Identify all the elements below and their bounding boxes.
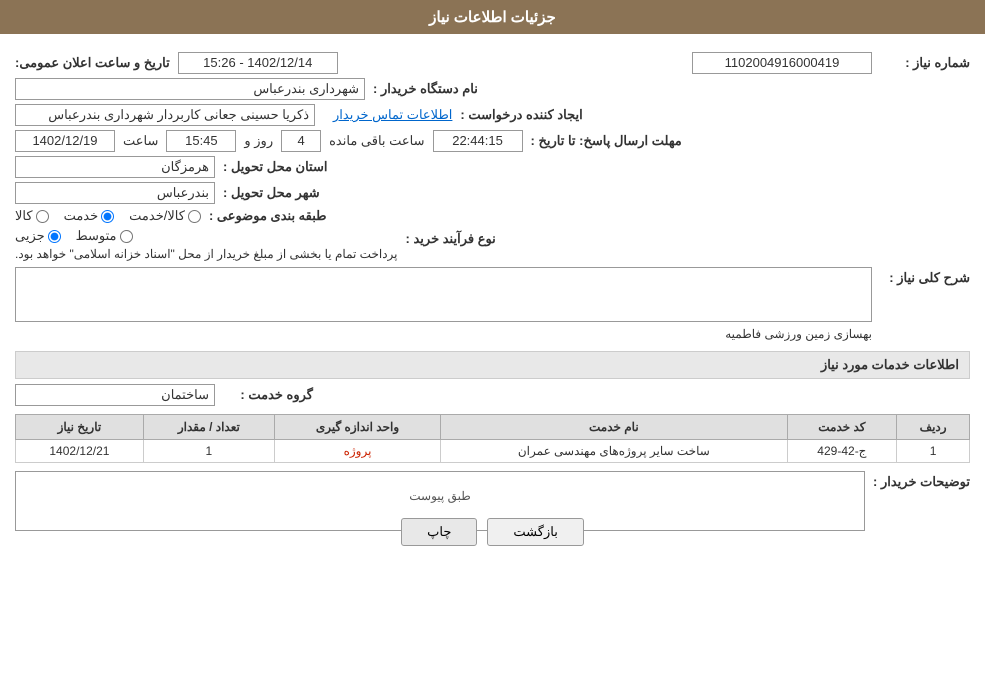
col-code: کد خدمت bbox=[787, 415, 897, 440]
subject-radio-kala-khadamat[interactable] bbox=[188, 210, 201, 223]
services-section-title: اطلاعات خدمات مورد نیاز bbox=[15, 351, 970, 379]
creator-label: ایجاد کننده درخواست : bbox=[460, 107, 582, 123]
purchase-label-medium: متوسط bbox=[76, 228, 117, 244]
city-label: شهر محل تحویل : bbox=[223, 185, 320, 201]
response-days-value: 4 bbox=[281, 130, 321, 152]
purchase-radio-medium[interactable] bbox=[120, 230, 133, 243]
page-title: جزئیات اطلاعات نیاز bbox=[429, 9, 556, 26]
table-row: 1 ج-42-429 ساخت سایر پروژه‌های مهندسی عم… bbox=[16, 440, 970, 463]
purchase-type-partial[interactable]: جزیی bbox=[15, 228, 61, 244]
subject-option-kala-khadamat[interactable]: کالا/خدمت bbox=[129, 208, 201, 224]
province-label: استان محل تحویل : bbox=[223, 159, 328, 175]
col-quantity: تعداد / مقدار bbox=[143, 415, 274, 440]
purchase-type-radio-group: متوسط جزیی bbox=[15, 228, 133, 244]
col-date: تاریخ نیاز bbox=[16, 415, 144, 440]
cell-date: 1402/12/21 bbox=[16, 440, 144, 463]
response-remaining-value: 22:44:15 bbox=[433, 130, 523, 152]
subject-option-kala[interactable]: کالا bbox=[15, 208, 49, 224]
subject-radio-kala[interactable] bbox=[36, 210, 49, 223]
response-time-value: 15:45 bbox=[166, 130, 236, 152]
buyer-org-value: شهرداری بندرعباس bbox=[15, 78, 365, 100]
cell-quantity: 1 bbox=[143, 440, 274, 463]
cell-name: ساخت سایر پروژه‌های مهندسی عمران bbox=[441, 440, 787, 463]
contact-link[interactable]: اطلاعات تماس خریدار bbox=[333, 107, 452, 123]
subject-option-khadamat[interactable]: خدمت bbox=[64, 208, 115, 224]
subject-label-kala-khadamat: کالا/خدمت bbox=[129, 208, 185, 224]
purchase-radio-partial[interactable] bbox=[48, 230, 61, 243]
response-date-value: 1402/12/19 bbox=[15, 130, 115, 152]
page-header: جزئیات اطلاعات نیاز bbox=[0, 0, 985, 34]
back-button[interactable]: بازگشت bbox=[487, 518, 583, 546]
province-value: هرمزگان bbox=[15, 156, 215, 178]
response-time-label: ساعت bbox=[123, 133, 158, 149]
announcement-date-value: 1402/12/14 - 15:26 bbox=[178, 52, 338, 74]
purchase-type-label: نوع فرآیند خرید : bbox=[406, 231, 496, 247]
purchase-type-medium[interactable]: متوسط bbox=[76, 228, 133, 244]
subject-radio-group: کالا/خدمت خدمت کالا bbox=[15, 208, 201, 224]
subject-radio-khadamat[interactable] bbox=[101, 210, 114, 223]
need-number-value: 1102004916000419 bbox=[692, 52, 872, 74]
cell-unit: پروژه bbox=[274, 440, 440, 463]
print-button[interactable]: چاپ bbox=[401, 518, 477, 546]
col-name: نام خدمت bbox=[441, 415, 787, 440]
purchase-label-partial: جزیی bbox=[15, 228, 45, 244]
description-label: شرح کلی نیاز : bbox=[880, 270, 970, 286]
purchase-note: پرداخت تمام یا بخشی از مبلغ خریدار از مح… bbox=[15, 247, 398, 261]
subject-label-kala: کالا bbox=[15, 208, 33, 224]
description-textarea[interactable] bbox=[15, 267, 872, 322]
services-table: ردیف کد خدمت نام خدمت واحد اندازه گیری ت… bbox=[15, 414, 970, 463]
announcement-date-label: تاریخ و ساعت اعلان عمومی: bbox=[15, 55, 170, 71]
cell-row: 1 bbox=[897, 440, 970, 463]
need-number-label: شماره نیاز : bbox=[880, 55, 970, 71]
creator-value: ذکریا حسینی جعانی کاربردار شهرداری بندرع… bbox=[15, 104, 315, 126]
buyer-desc-label: توضیحات خریدار : bbox=[873, 474, 970, 490]
response-deadline-label: مهلت ارسال پاسخ: تا تاریخ : bbox=[531, 133, 682, 149]
subject-label: طبقه بندی موضوعی : bbox=[209, 208, 327, 224]
city-value: بندرعباس bbox=[15, 182, 215, 204]
col-row: ردیف bbox=[897, 415, 970, 440]
subject-label-khadamat: خدمت bbox=[64, 208, 99, 224]
col-unit: واحد اندازه گیری bbox=[274, 415, 440, 440]
response-days-label: روز و bbox=[244, 133, 273, 149]
buyer-org-label: نام دستگاه خریدار : bbox=[373, 81, 478, 97]
service-group-label: گروه خدمت : bbox=[223, 387, 313, 403]
description-value: بهسازی زمین ورزشی فاطمیه bbox=[725, 327, 872, 341]
response-remaining-label: ساعت باقی مانده bbox=[329, 133, 424, 149]
cell-code: ج-42-429 bbox=[787, 440, 897, 463]
service-group-value: ساختمان bbox=[15, 384, 215, 406]
